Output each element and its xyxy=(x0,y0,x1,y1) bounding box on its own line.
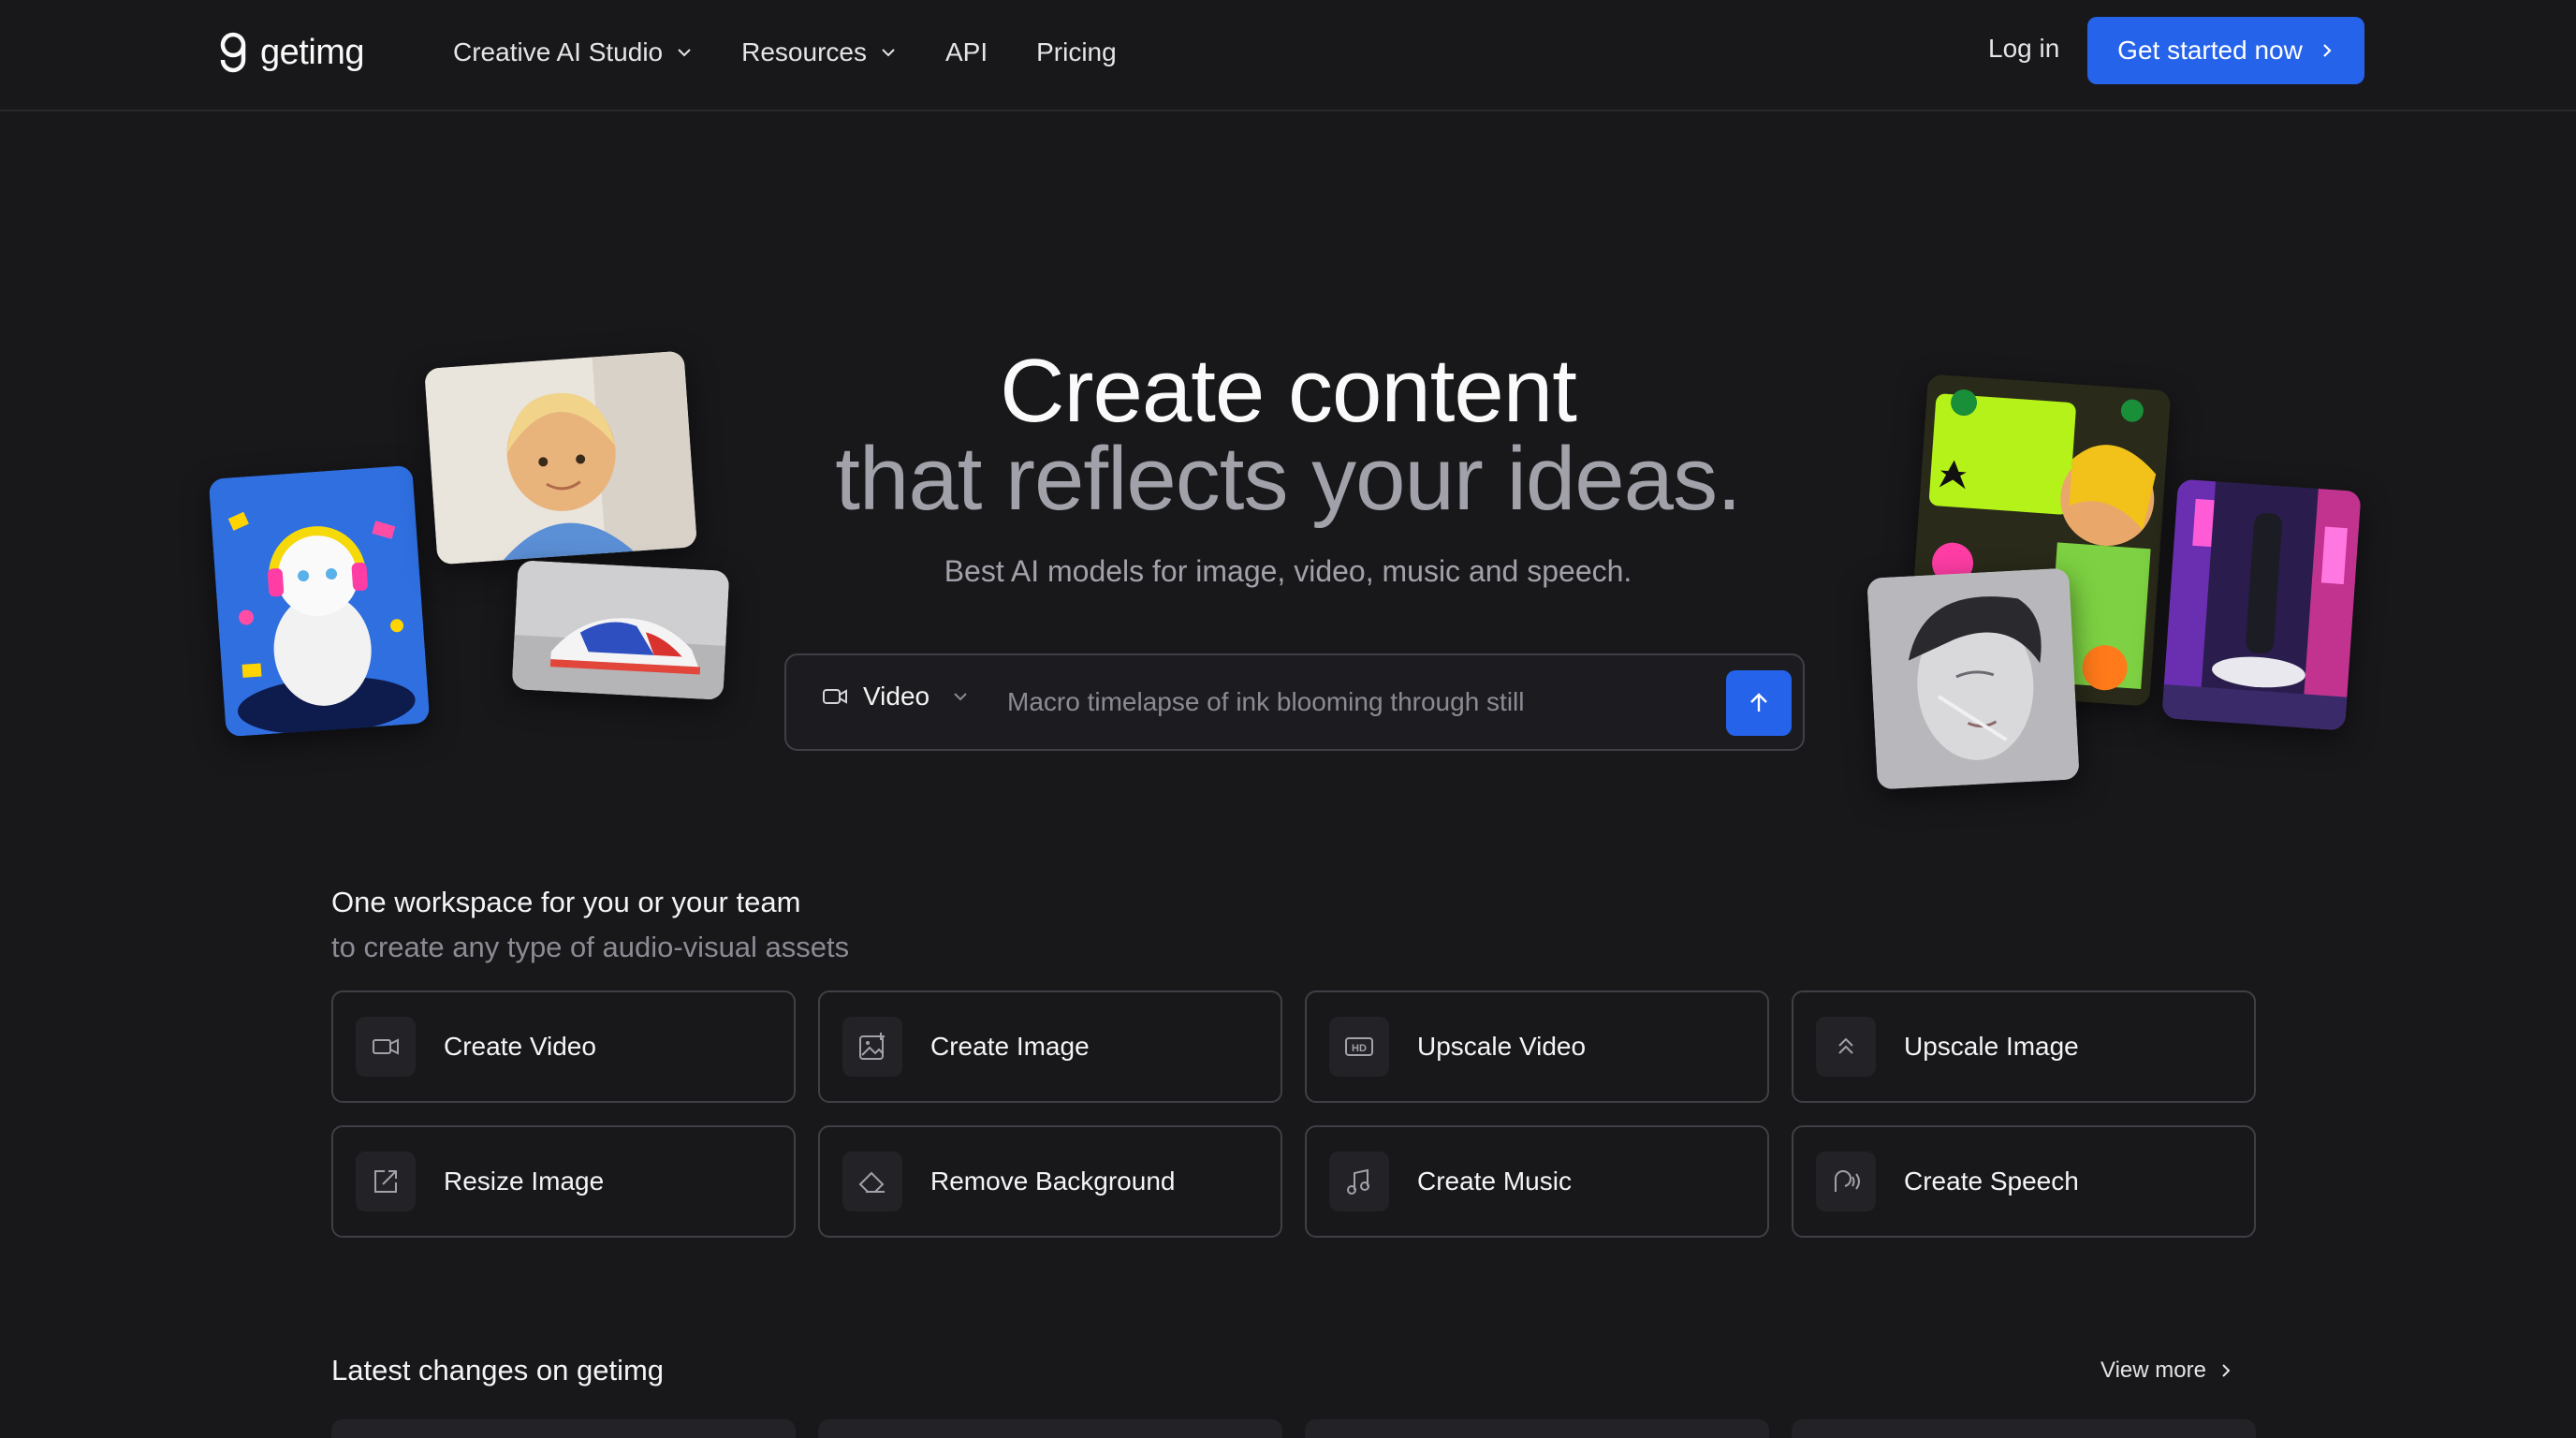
latest-changes-cards xyxy=(331,1419,2256,1438)
submit-prompt-button[interactable] xyxy=(1726,670,1792,736)
mode-selector[interactable]: Video xyxy=(822,682,969,712)
view-more-link[interactable]: View more xyxy=(2100,1357,2232,1384)
top-nav: getimg Creative AI Studio Resources API … xyxy=(0,0,2576,111)
tools-grid: Create Video Create Image HD Upscale Vid… xyxy=(331,990,2256,1238)
tool-label: Upscale Video xyxy=(1417,1032,1587,1061)
workspace-subtitle: to create any type of audio-visual asset… xyxy=(331,931,850,963)
chevron-down-icon xyxy=(678,49,691,57)
latest-changes-title: Latest changes on getimg xyxy=(331,1354,665,1387)
workspace-title: One workspace for you or your team xyxy=(331,886,801,918)
double-chevron-up-icon xyxy=(1816,1017,1876,1077)
tool-label: Create Image xyxy=(930,1032,1090,1061)
nav-resources[interactable]: Resources xyxy=(741,37,897,67)
image-sparkle-icon xyxy=(842,1017,902,1077)
nav-api[interactable]: API xyxy=(945,37,988,67)
nav-pricing[interactable]: Pricing xyxy=(1036,37,1117,67)
nav-links: Creative AI Studio Resources API Pricing xyxy=(453,28,1165,77)
resize-icon xyxy=(356,1152,416,1211)
upscale-video-tool[interactable]: HD Upscale Video xyxy=(1305,990,1769,1103)
logo-text: getimg xyxy=(260,32,365,72)
mode-label: Video xyxy=(863,682,930,711)
music-note-icon xyxy=(1329,1152,1389,1211)
nav-link-label: Resources xyxy=(741,37,867,66)
get-started-label: Get started now xyxy=(2117,36,2303,65)
chevron-right-icon xyxy=(2222,1364,2231,1377)
logo[interactable]: getimg xyxy=(217,26,365,79)
page: getimg Creative AI Studio Resources API … xyxy=(0,0,2576,1438)
chevron-down-icon xyxy=(954,693,967,701)
speech-icon xyxy=(1816,1152,1876,1211)
remove-background-tool[interactable]: Remove Background xyxy=(818,1125,1282,1238)
tool-label: Upscale Image xyxy=(1904,1032,2079,1061)
nav-link-label: API xyxy=(944,37,988,66)
arrow-up-icon xyxy=(1750,693,1767,712)
latest-change-card[interactable] xyxy=(331,1419,796,1438)
eraser-icon xyxy=(842,1152,902,1211)
latest-change-card[interactable] xyxy=(1305,1419,1769,1438)
login-link[interactable]: Log in xyxy=(1988,34,2059,64)
latest-change-card[interactable] xyxy=(818,1419,1282,1438)
nav-creative-ai-studio[interactable]: Creative AI Studio xyxy=(453,37,693,67)
create-speech-tool[interactable]: Create Speech xyxy=(1792,1125,2256,1238)
create-music-tool[interactable]: Create Music xyxy=(1305,1125,1769,1238)
nav-link-label: Creative AI Studio xyxy=(453,37,664,66)
view-more-label: View more xyxy=(2100,1357,2206,1383)
get-started-button[interactable]: Get started now xyxy=(2087,17,2364,84)
video-camera-icon xyxy=(823,689,847,704)
nav-link-label: Pricing xyxy=(1036,37,1117,66)
portrait-face-image xyxy=(1866,567,2080,790)
tool-label: Create Music xyxy=(1417,1167,1572,1196)
hero-subtitle: Best AI models for image, video, music a… xyxy=(944,554,1632,588)
svg-text:HD: HD xyxy=(1352,1043,1367,1054)
create-image-tool[interactable]: Create Image xyxy=(818,990,1282,1103)
chevron-right-icon xyxy=(2323,44,2332,57)
tool-label: Create Video xyxy=(444,1032,596,1061)
upscale-image-tool[interactable]: Upscale Image xyxy=(1792,990,2256,1103)
hero-title-line2: that reflects your ideas. xyxy=(835,429,1741,529)
getimg-logo-icon xyxy=(220,32,246,73)
tool-label: Remove Background xyxy=(930,1167,1176,1196)
create-video-tool[interactable]: Create Video xyxy=(331,990,796,1103)
hd-icon: HD xyxy=(1329,1017,1389,1077)
prompt-bar: Video xyxy=(784,653,1805,751)
portrait-face-art xyxy=(1866,567,2080,790)
hero-title-line1: Create content xyxy=(1000,341,1577,441)
resize-image-tool[interactable]: Resize Image xyxy=(331,1125,796,1238)
tool-label: Create Speech xyxy=(1904,1167,2079,1196)
tool-label: Resize Image xyxy=(444,1167,605,1196)
prompt-input[interactable] xyxy=(1007,678,1531,726)
chevron-down-icon xyxy=(882,49,895,57)
video-camera-icon xyxy=(356,1017,416,1077)
latest-change-card[interactable] xyxy=(1792,1419,2256,1438)
